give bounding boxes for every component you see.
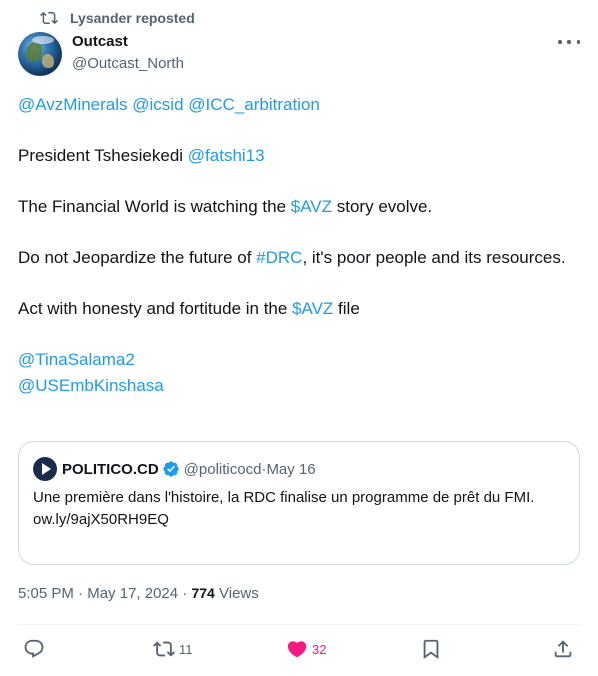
mention-link[interactable]: @ICC_arbitration — [188, 95, 320, 114]
tweet-text-segment: The Financial World is watching the — [18, 197, 291, 216]
tweet-text-segment: , it's poor people and its resources. — [302, 248, 566, 267]
tweet-text-segment: story evolve. — [332, 197, 433, 216]
tweet-text-segment: Act with honesty and fortitude in the — [18, 299, 293, 318]
avatar[interactable] — [18, 32, 62, 76]
heart-icon — [287, 641, 307, 658]
dot-separator: · — [73, 585, 88, 602]
tweet-text: @AvzMinerals @icsid @ICC_arbitration Pre… — [18, 92, 578, 398]
quoted-tweet[interactable]: POLITICO.CD @politicocd · May 16 Une pre… — [18, 441, 580, 565]
repost-count: 11 — [179, 641, 193, 657]
dot-separator: · — [178, 585, 192, 602]
repost-indicator[interactable]: Lysander reposted — [40, 8, 195, 28]
like-button[interactable]: 32 — [286, 638, 326, 660]
cashtag-link[interactable]: $AVZ — [291, 197, 332, 216]
verified-badge-icon — [162, 461, 179, 477]
quoted-tweet-text: Une première dans l'histoire, la RDC fin… — [33, 487, 563, 531]
quoted-author-handle[interactable]: @politicocd — [184, 461, 262, 478]
quoted-tweet-header: POLITICO.CD @politicocd · May 16 — [33, 457, 316, 481]
reply-button[interactable] — [23, 638, 49, 660]
mention-link[interactable]: @USEmbKinshasa — [18, 376, 164, 395]
more-options-icon[interactable] — [558, 33, 580, 51]
author-name[interactable]: Outcast — [72, 33, 128, 50]
bookmark-button[interactable] — [420, 638, 442, 660]
cashtag-link[interactable]: $AVZ — [292, 299, 333, 318]
views-count: 774 — [191, 585, 215, 601]
tweet-text-segment: Do not Jeopardize the future of — [18, 248, 257, 267]
tweet-time[interactable]: 5:05 PM — [18, 585, 74, 602]
tweet-text-segment: file — [333, 299, 360, 318]
hashtag-link[interactable]: #DRC — [256, 248, 302, 267]
like-count: 32 — [312, 641, 327, 657]
quoted-text: Une première dans l'histoire, la RDC fin… — [33, 489, 535, 506]
bookmark-icon — [423, 639, 439, 660]
tweet-date[interactable]: May 17, 2024 — [87, 585, 178, 602]
views-label: Views — [219, 585, 259, 602]
repost-icon — [153, 641, 175, 657]
repost-button[interactable]: 11 — [153, 638, 193, 660]
mention-link[interactable]: @icsid — [132, 95, 183, 114]
mention-link[interactable]: @TinaSalama2 — [18, 350, 135, 369]
reply-icon — [24, 639, 44, 658]
share-button[interactable] — [552, 638, 574, 660]
author-handle[interactable]: @Outcast_North — [72, 55, 184, 72]
quoted-date[interactable]: May 16 — [266, 461, 315, 478]
action-bar: 11 32 — [0, 632, 598, 668]
tweet-text-segment: President Tshesiekedi — [18, 146, 188, 165]
quoted-author-name[interactable]: POLITICO.CD — [62, 461, 159, 478]
repost-icon — [40, 11, 58, 25]
mention-link[interactable]: @AvzMinerals — [18, 95, 128, 114]
share-icon — [554, 640, 572, 658]
quoted-link[interactable]: ow.ly/9ajX50RH9EQ — [33, 509, 563, 531]
divider — [18, 624, 580, 625]
repost-text: Lysander reposted — [70, 10, 195, 26]
mention-link[interactable]: @fatshi13 — [188, 146, 265, 165]
tweet-metadata: 5:05 PM · May 17, 2024 · 774 Views — [18, 585, 259, 602]
politico-logo-icon[interactable] — [33, 457, 57, 481]
